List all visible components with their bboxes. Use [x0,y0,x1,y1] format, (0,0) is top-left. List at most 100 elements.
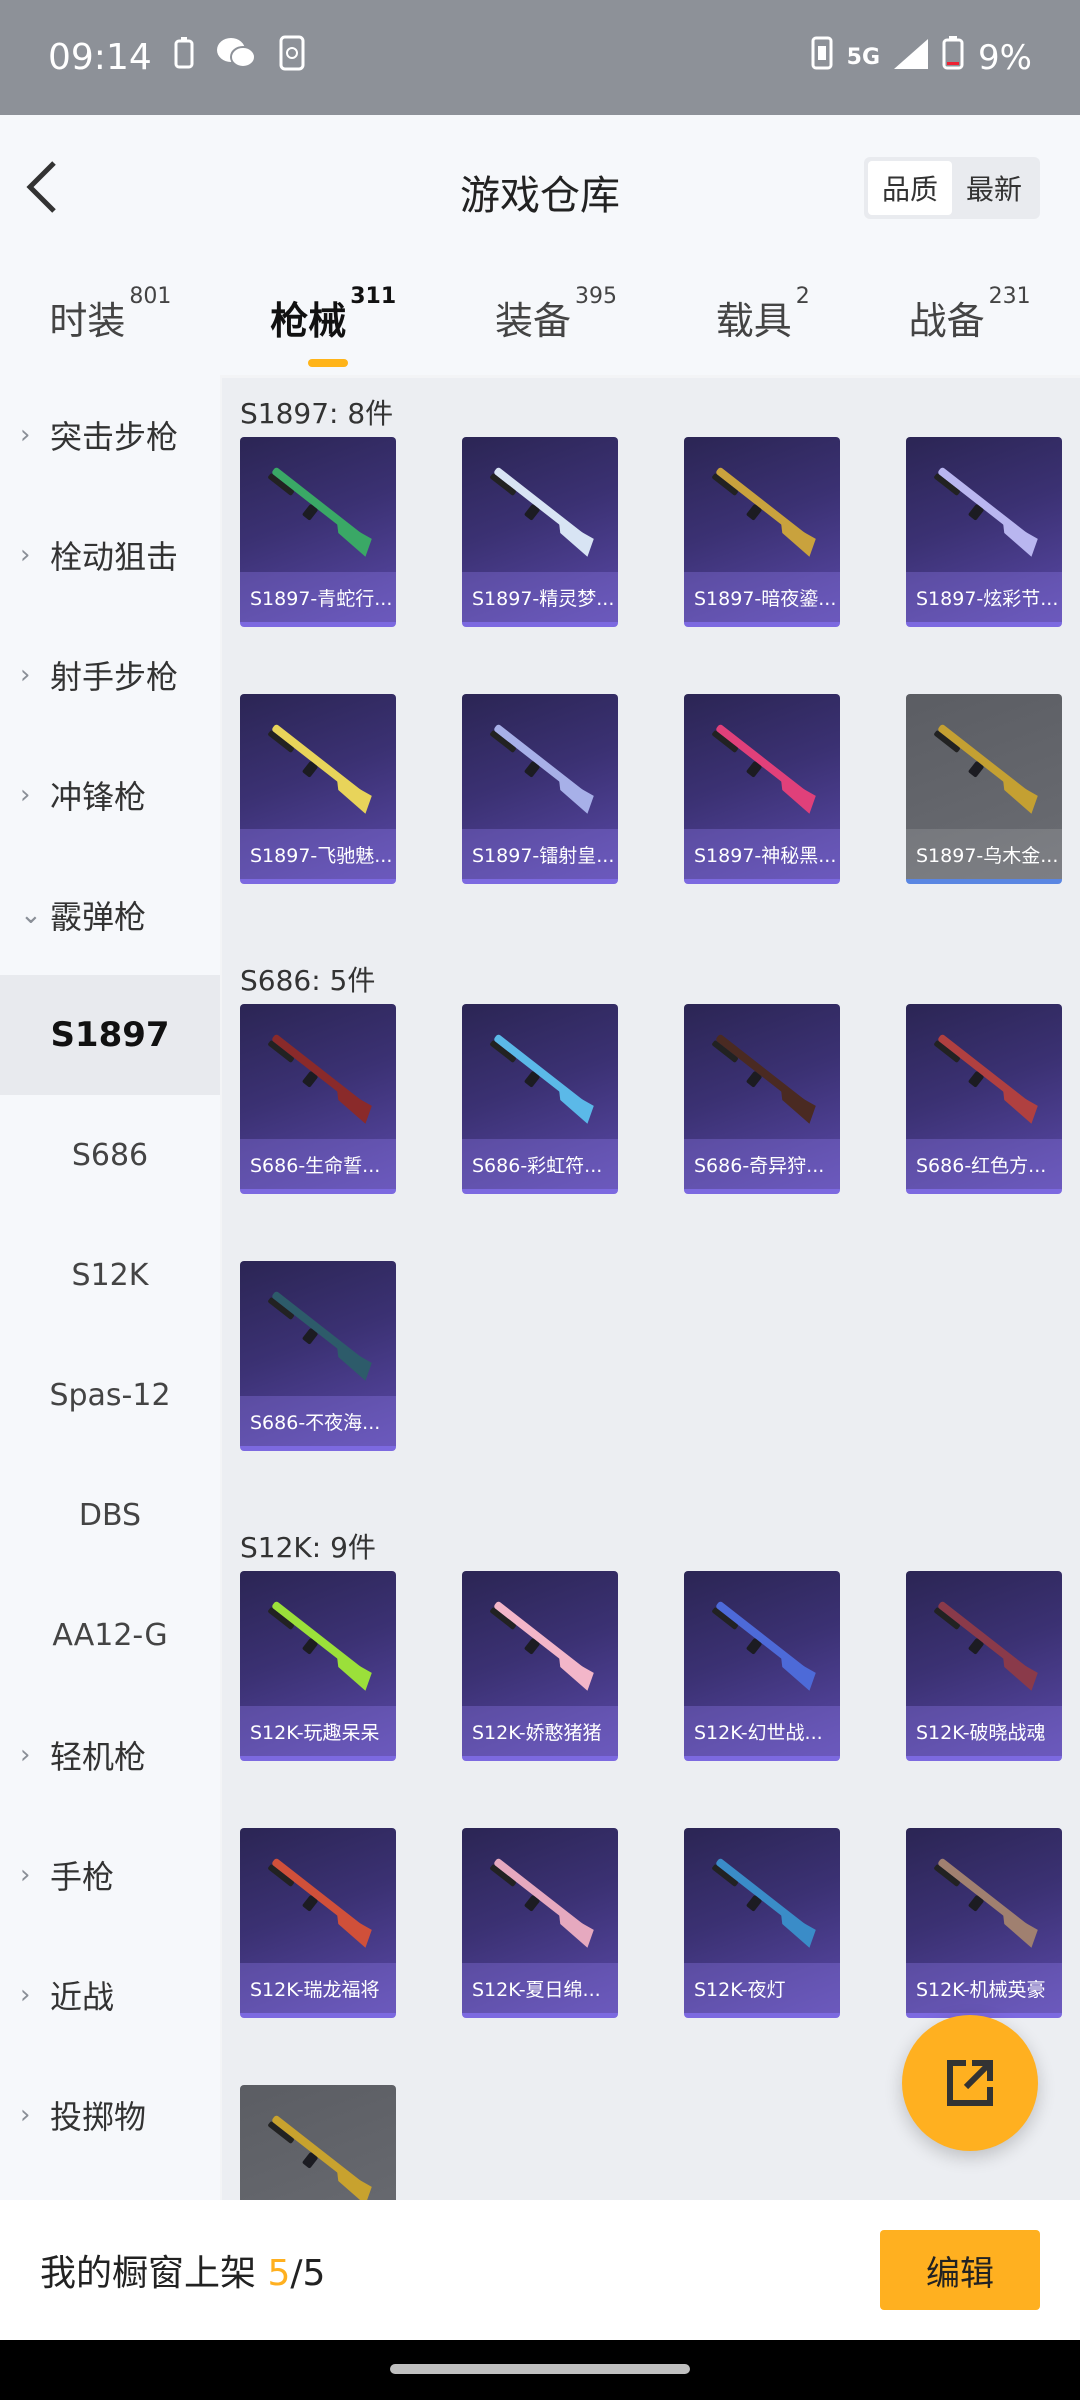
system-nav-bar [0,2340,1080,2400]
home-indicator[interactable] [390,2364,690,2374]
item-card[interactable]: S686-红色方... [906,1004,1062,1194]
item-card[interactable]: S1897-暗夜鎏... [684,437,840,627]
item-name: S12K-幻世战... [684,1706,840,1756]
sim-icon [811,36,833,79]
network-type: 5G [846,45,881,70]
item-name: S686-不夜海... [240,1396,396,1446]
clock: 09:14 [48,37,152,78]
item-card[interactable]: S1897-飞驰魅... [240,694,396,884]
weapon-image [712,1601,816,1691]
weapon-image [268,724,372,814]
item-card[interactable]: S686-不夜海... [240,1261,396,1451]
tab-label: 战备 [908,299,985,343]
sidebar-item-label: 轻机枪 [50,1738,147,1776]
tab-battle-gear[interactable]: 战备231 [909,260,1031,345]
sidebar-sub-s1897[interactable]: S1897 [0,975,220,1095]
item-card[interactable]: S12K-乌木金纹 [240,2085,396,2200]
tab-equipment[interactable]: 装备395 [495,260,617,345]
tab-count: 311 [350,284,397,309]
item-card[interactable]: S12K-夜灯 [684,1828,840,2018]
item-card[interactable]: S1897-镭射皇... [462,694,618,884]
item-name: S12K-机械英豪 [906,1963,1062,2013]
sidebar-item-pistol[interactable]: › 手枪 [0,1815,220,1935]
sidebar-sub-spas12[interactable]: Spas-12 [0,1335,220,1455]
sort-latest-option[interactable]: 最新 [952,161,1036,215]
tab-vehicles[interactable]: 载具2 [716,260,810,345]
tab-count: 395 [574,284,617,309]
item-card[interactable]: S686-彩虹符... [462,1004,618,1194]
item-card[interactable]: S1897-精灵梦... [462,437,618,627]
category-sidebar: › 突击步枪 › 栓动狙击 › 射手步枪 › 冲锋枪 ⌄ 霰弹枪 S1897 S686 S… [0,375,220,2200]
sidebar-item-assault-rifle[interactable]: › 突击步枪 [0,375,220,495]
weapon-image [268,467,372,557]
weapon-image [490,1858,594,1948]
sidebar-item-label: 手枪 [50,1858,115,1896]
weapon-image [712,1858,816,1948]
item-card[interactable]: S12K-破晓战魂 [906,1571,1062,1761]
weapon-image [934,1858,1038,1948]
item-name: S12K-破晓战魂 [906,1706,1062,1756]
sidebar-item-melee[interactable]: › 近战 [0,1935,220,2055]
sidebar-item-label: 栓动狙击 [50,538,179,576]
weapon-image [712,724,816,814]
item-card[interactable]: S1897-神秘黑... [684,694,840,884]
sidebar-item-bolt-sniper[interactable]: › 栓动狙击 [0,495,220,615]
category-tabs: 时装801 枪械311 装备395 载具2 战备231 [0,260,1080,375]
sidebar-item-throwable[interactable]: › 投掷物 [0,2055,220,2175]
weapon-image [268,1858,372,1948]
showcase-status: 我的橱窗上架 5/5 [40,2244,325,2296]
weapon-image [712,1034,816,1124]
item-name: S1897-精灵梦... [462,572,618,622]
item-name: S1897-神秘黑... [684,829,840,879]
sort-toggle[interactable]: 品质 最新 [864,157,1040,219]
chevron-right-icon: › [20,780,31,810]
weapon-image [490,724,594,814]
weapon-image [712,467,816,557]
tab-firearms[interactable]: 枪械311 [270,260,397,367]
sidebar-item-label: 冲锋枪 [50,778,147,816]
item-card[interactable]: S12K-夏日绵... [462,1828,618,2018]
item-card[interactable]: S12K-机械英豪 [906,1828,1062,2018]
showcase-bar: 我的橱窗上架 5/5 编辑 [0,2200,1080,2340]
share-button[interactable] [902,2015,1038,2151]
sidebar-item-smg[interactable]: › 冲锋枪 [0,735,220,855]
weapon-image [934,724,1038,814]
chevron-right-icon: › [20,1740,31,1770]
item-card[interactable]: S12K-瑞龙福将 [240,1828,396,2018]
weapon-image [490,1034,594,1124]
item-card[interactable]: S1897-炫彩节... [906,437,1062,627]
status-bar: 09:14 5G 9% [0,0,1080,115]
item-name: S1897-镭射皇... [462,829,618,879]
tab-label: 枪械 [270,299,347,343]
wechat-icon [216,36,256,79]
weapon-image [934,1601,1038,1691]
item-name: S686-彩虹符... [462,1139,618,1189]
tab-fashion[interactable]: 时装801 [49,260,171,345]
item-card[interactable]: S1897-青蛇行... [240,437,396,627]
showcase-total: /5 [290,2253,326,2294]
chevron-right-icon: › [20,660,31,690]
item-card[interactable]: S12K-娇憨猪猪 [462,1571,618,1761]
item-name: S686-生命誓... [240,1139,396,1189]
item-card[interactable]: S12K-玩趣呆呆 [240,1571,396,1761]
sidebar-sub-dbs[interactable]: DBS [0,1455,220,1575]
item-card[interactable]: S686-生命誓... [240,1004,396,1194]
item-name: S1897-青蛇行... [240,572,396,622]
tab-count: 801 [129,284,172,309]
sidebar-item-label: 投掷物 [50,2098,147,2136]
edit-button[interactable]: 编辑 [880,2230,1040,2310]
item-card[interactable]: S1897-乌木金... [906,694,1062,884]
item-card[interactable]: S12K-幻世战... [684,1571,840,1761]
item-name: S1897-暗夜鎏... [684,572,840,622]
sidebar-sub-s686[interactable]: S686 [0,1095,220,1215]
group-title: S12K: 9件 [240,1531,376,1564]
sidebar-item-marksman-rifle[interactable]: › 射手步枪 [0,615,220,735]
weapon-image [934,1034,1038,1124]
sidebar-sub-s12k[interactable]: S12K [0,1215,220,1335]
sidebar-item-lmg[interactable]: › 轻机枪 [0,1695,220,1815]
item-card[interactable]: S686-奇异狩... [684,1004,840,1194]
showcase-label: 我的橱窗上架 [40,2253,257,2294]
sidebar-item-shotgun[interactable]: ⌄ 霰弹枪 [0,855,220,975]
sidebar-sub-aa12g[interactable]: AA12-G [0,1575,220,1695]
sort-quality-option[interactable]: 品质 [868,161,952,215]
